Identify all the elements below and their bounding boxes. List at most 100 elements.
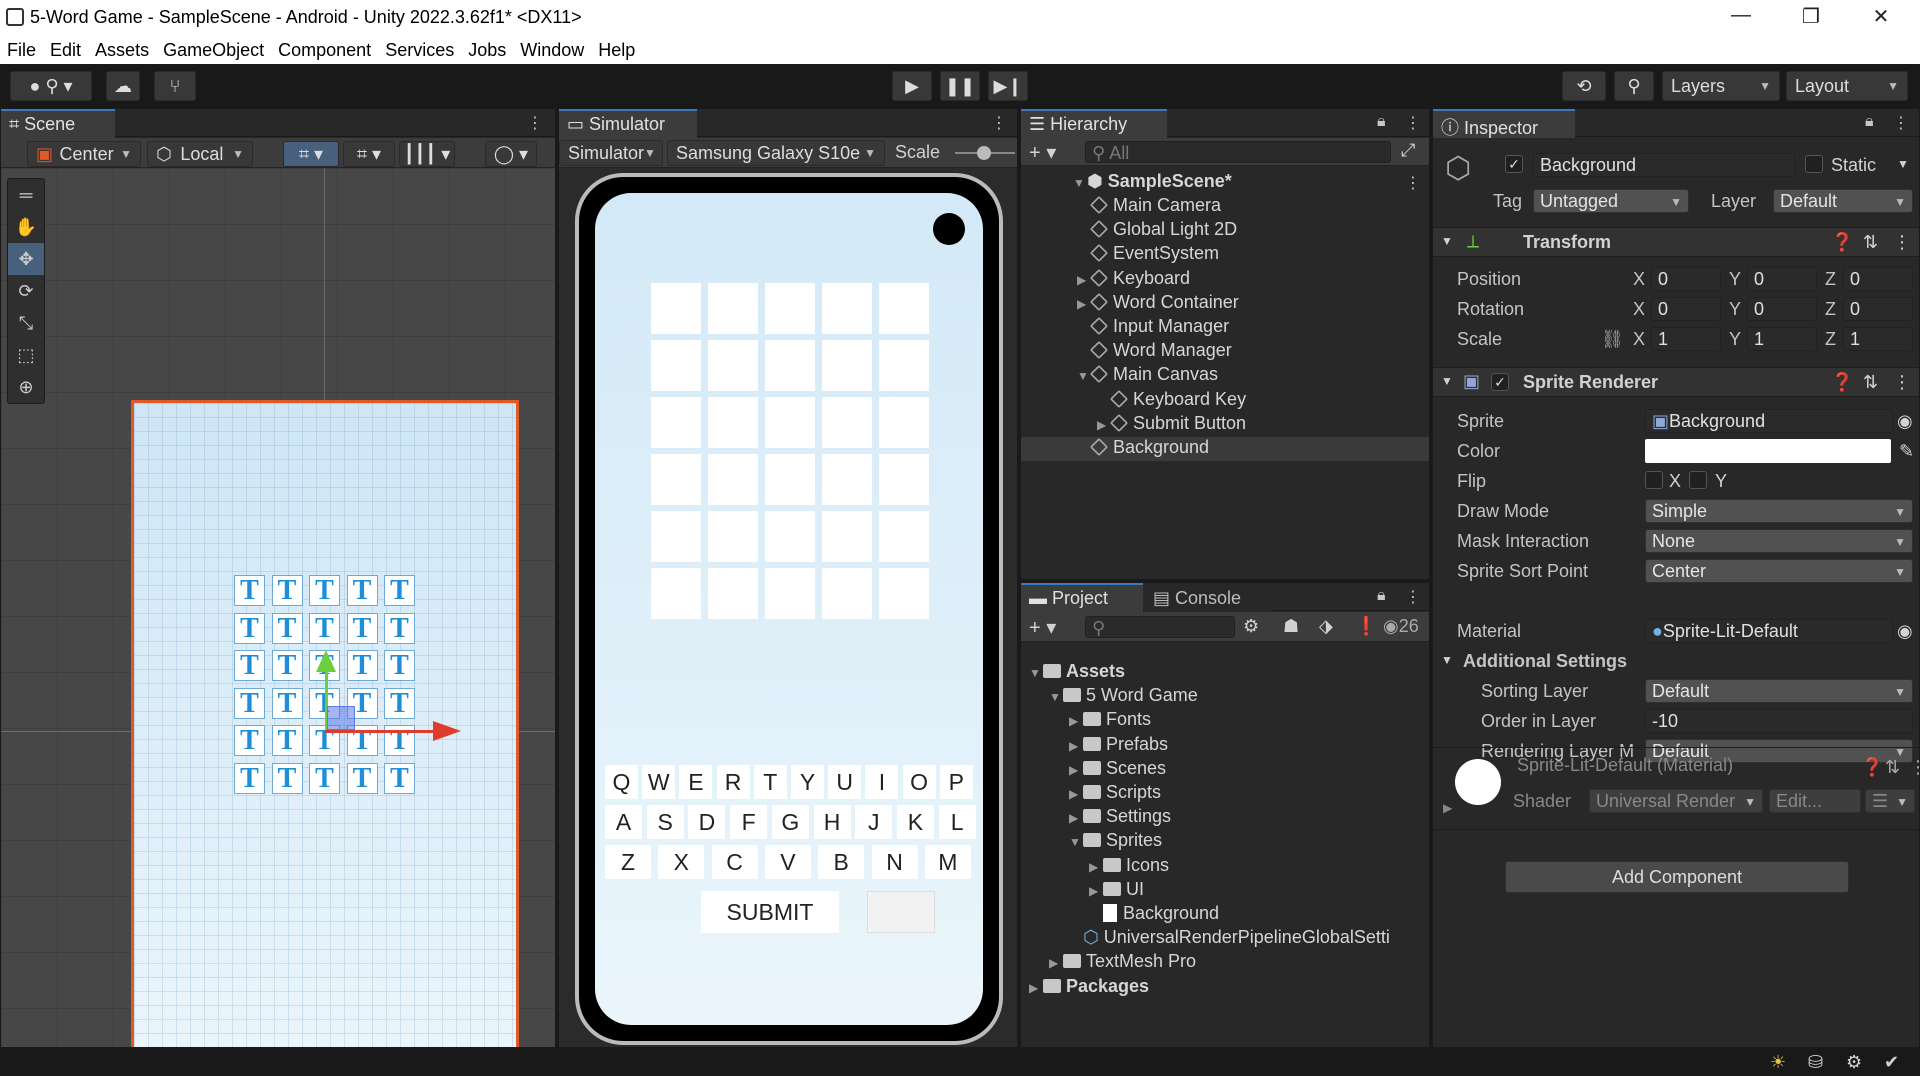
chevron-icon[interactable]: ▼ — [1049, 690, 1063, 704]
menu-component[interactable]: Component — [271, 36, 378, 61]
letter-tile[interactable]: T — [346, 650, 378, 681]
menu-services[interactable]: Services — [378, 36, 461, 61]
draw-mode-dropdown[interactable]: Simple ▼ — [1645, 499, 1913, 523]
chevron-icon[interactable]: ▶ — [1089, 884, 1103, 898]
device-dropdown[interactable]: Samsung Galaxy S10e ▼ — [667, 140, 885, 166]
step-button[interactable]: ▶❙ — [988, 71, 1028, 101]
lighting-icon[interactable]: ☀ — [1770, 1052, 1786, 1073]
phone-screen[interactable]: QWERTYUIOP ASDFGHJKL ZXCVBNM SUBMIT — [595, 193, 983, 1025]
key-k[interactable]: K — [896, 805, 934, 839]
move-tool-icon[interactable]: ✥ — [8, 243, 44, 275]
tab-project[interactable]: ▬ Project — [1021, 583, 1143, 612]
layers-dropdown[interactable]: Layers ▼ — [1662, 71, 1780, 101]
help-icon[interactable]: ❓ — [1861, 757, 1883, 778]
play-button[interactable]: ▶ — [892, 71, 932, 101]
cache-icon[interactable]: ⛁ — [1808, 1052, 1823, 1073]
menu-help[interactable]: Help — [591, 36, 642, 61]
key-j[interactable]: J — [855, 805, 893, 839]
presets-icon[interactable]: ⇅ — [1885, 757, 1900, 778]
letter-tile[interactable]: T — [384, 762, 415, 794]
tab-simulator[interactable]: ▭ Simulator — [559, 109, 697, 138]
key-e[interactable]: E — [679, 765, 713, 799]
scene-more-icon[interactable]: ⋮ — [1405, 173, 1421, 193]
search-button[interactable]: ⚲ — [1614, 71, 1654, 101]
close-button[interactable]: ✕ — [1866, 4, 1896, 30]
project-item[interactable]: Background — [1089, 903, 1219, 927]
letter-tile[interactable]: T — [234, 725, 265, 756]
menu-file[interactable]: File — [0, 36, 43, 61]
key-h[interactable]: H — [813, 805, 851, 839]
chevron-icon[interactable]: ▶ — [1077, 273, 1091, 287]
letter-tile[interactable]: T — [346, 612, 378, 644]
chevron-icon[interactable]: ▶ — [1097, 418, 1111, 432]
chevron-icon[interactable]: ▶ — [1049, 956, 1063, 970]
key-t[interactable]: T — [753, 765, 787, 799]
space-local-dropdown[interactable]: ⬡ Local ▼ — [147, 141, 253, 167]
add-dropdown-button[interactable]: + ▾ — [1029, 140, 1056, 165]
key-l[interactable]: L — [938, 805, 976, 839]
shader-dropdown[interactable]: Universal Render ▼ — [1589, 789, 1763, 813]
project-item[interactable]: ⬡ UniversalRenderPipelineGlobalSetti — [1069, 927, 1390, 951]
minimize-button[interactable]: — — [1726, 4, 1756, 30]
rect-tool-icon[interactable]: ⬚ — [8, 339, 44, 371]
position-x-field[interactable]: 0 — [1651, 267, 1721, 291]
lock-icon[interactable]: 🔒︎ — [1377, 587, 1386, 605]
hierarchy-item[interactable]: Input Manager — [1077, 316, 1229, 340]
chevron-icon[interactable]: ▶ — [1089, 860, 1103, 874]
letter-tile[interactable]: T — [384, 687, 415, 719]
chevron-icon[interactable]: ▼ — [1069, 835, 1083, 849]
lock-icon[interactable]: 🔒︎ — [1865, 113, 1874, 131]
chevron-icon[interactable]: ▶ — [1069, 763, 1083, 777]
letter-tile[interactable]: T — [384, 650, 415, 681]
chevron-down-icon[interactable]: ▼ — [1897, 157, 1909, 171]
scene-root-item[interactable]: ▼ ⬢ SampleScene* — [1073, 171, 1232, 195]
sprite-field[interactable]: ▣Background — [1645, 409, 1893, 433]
drag-handle-icon[interactable]: ═ — [8, 179, 44, 211]
letter-tile[interactable]: T — [271, 650, 303, 681]
simulator-mode-dropdown[interactable]: Simulator ▼ — [559, 140, 663, 166]
key-u[interactable]: U — [828, 765, 862, 799]
chevron-icon[interactable]: ▶ — [1069, 811, 1083, 825]
chevron-icon[interactable]: ▶ — [1077, 297, 1091, 311]
project-item[interactable]: ▶ Fonts — [1069, 709, 1151, 733]
x-arrow-icon[interactable] — [433, 721, 461, 741]
rotation-y-field[interactable]: 0 — [1747, 297, 1817, 321]
hierarchy-item[interactable]: ▶ Word Container — [1077, 292, 1239, 316]
scale-slider-thumb[interactable] — [977, 146, 991, 160]
flip-y-checkbox[interactable] — [1689, 471, 1707, 489]
key-w[interactable]: W — [642, 765, 676, 799]
project-item[interactable]: ▶ Icons — [1089, 855, 1169, 879]
hierarchy-item[interactable]: ▼ Main Canvas — [1077, 364, 1218, 388]
submit-button[interactable]: SUBMIT — [701, 891, 839, 933]
letter-tile[interactable]: T — [234, 687, 265, 719]
history-button[interactable]: ⟲ — [1562, 71, 1606, 101]
menu-edit[interactable]: Edit — [43, 36, 88, 61]
more-options-icon[interactable]: ⋮ — [1893, 113, 1909, 133]
object-picker-icon[interactable]: ◉ — [1897, 621, 1913, 642]
lock-icon[interactable]: 🔒︎ — [1377, 113, 1386, 131]
key-f[interactable]: F — [730, 805, 768, 839]
status-check-icon[interactable]: ✔ — [1884, 1052, 1899, 1073]
position-y-field[interactable]: 0 — [1747, 267, 1817, 291]
rotation-x-field[interactable]: 0 — [1651, 297, 1721, 321]
key-d[interactable]: D — [688, 805, 726, 839]
chevron-icon[interactable]: ▶ — [1069, 787, 1083, 801]
project-item[interactable]: ▶ Scripts — [1069, 782, 1161, 806]
static-checkbox[interactable] — [1805, 155, 1823, 173]
tab-scene[interactable]: ⌗ Scene — [1, 109, 115, 138]
sprite-renderer-header[interactable]: ▼ ▣ ✓ Sprite Renderer ❓ ⇅ ⋮ — [1433, 367, 1919, 397]
hierarchy-item[interactable]: Global Light 2D — [1077, 219, 1237, 243]
rotation-z-field[interactable]: 0 — [1843, 297, 1913, 321]
transform-header[interactable]: ▼ ⟂ Transform ❓ ⇅ ⋮ — [1433, 227, 1919, 257]
key-n[interactable]: N — [871, 845, 918, 879]
add-component-button[interactable]: Add Component — [1505, 861, 1849, 893]
letter-tile[interactable]: T — [234, 612, 265, 644]
sorting-layer-dropdown[interactable]: Default ▼ — [1645, 679, 1913, 703]
letter-tile[interactable]: T — [234, 762, 265, 794]
letter-tile[interactable]: T — [234, 650, 265, 681]
chevron-icon[interactable]: ▶ — [1069, 739, 1083, 753]
hierarchy-item[interactable]: Background — [1021, 437, 1429, 461]
pivot-center-dropdown[interactable]: ▣ Center ▼ — [27, 141, 141, 167]
letter-tile[interactable]: T — [384, 612, 415, 644]
tab-console[interactable]: ▤ Console — [1145, 583, 1273, 612]
